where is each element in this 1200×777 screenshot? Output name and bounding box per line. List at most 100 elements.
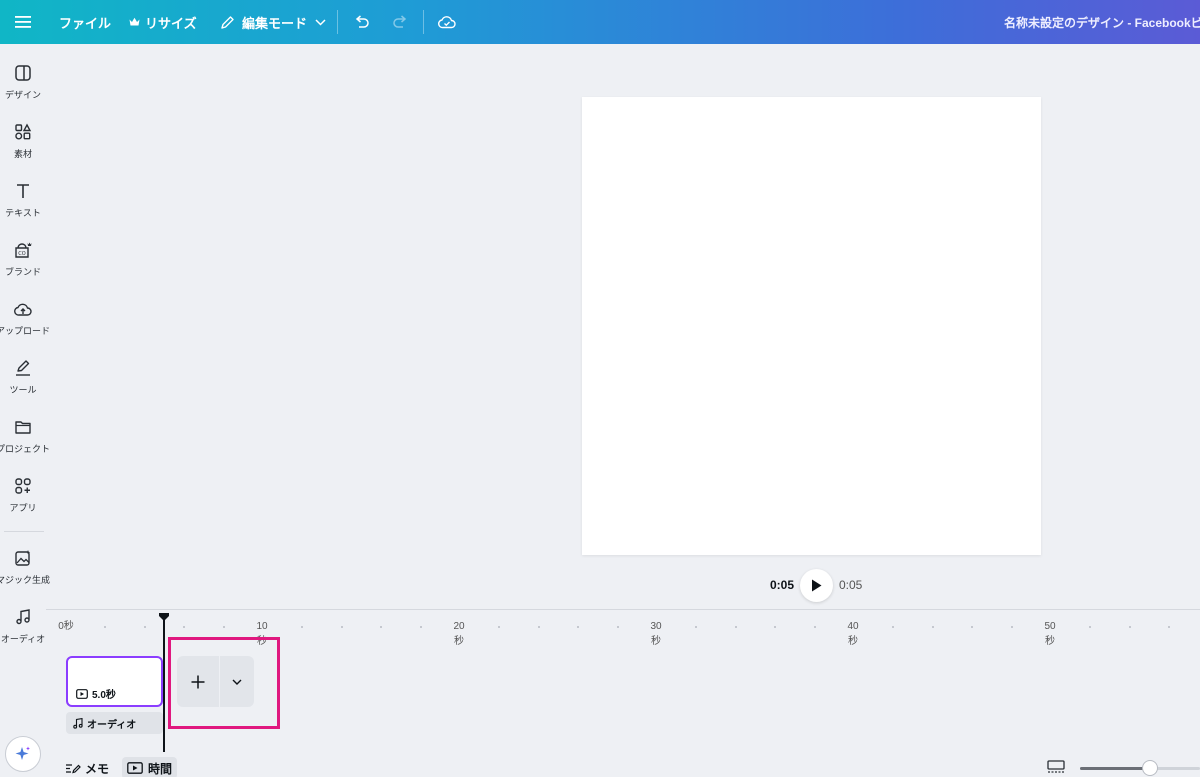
- video-clip[interactable]: 5.0秒: [66, 656, 163, 707]
- ruler-tick: [420, 626, 422, 628]
- sidebar-item-magic-media[interactable]: マジック生成: [0, 547, 50, 586]
- ruler-tick: [735, 626, 737, 628]
- menu-button[interactable]: [10, 0, 36, 44]
- clip-duration-text: 5.0秒: [92, 690, 116, 701]
- sidebar-divider: [4, 531, 44, 532]
- svg-text:CO: CO: [18, 251, 25, 257]
- save-status-button[interactable]: [435, 0, 459, 44]
- music-note-icon: [73, 717, 83, 729]
- total-time: 0:05: [839, 578, 863, 592]
- ruler-mark-number: 20: [453, 621, 465, 632]
- clip-duration: 5.0秒: [76, 686, 116, 701]
- cloud-check-icon: [438, 16, 456, 29]
- ruler-tick: [498, 626, 500, 628]
- zoom-slider-handle[interactable]: [1142, 760, 1158, 776]
- ruler-tick: [971, 626, 973, 628]
- ruler-tick: [932, 626, 934, 628]
- playback-controls: 0:05 0:05: [760, 568, 862, 602]
- ruler-tick: [774, 626, 776, 628]
- ruler-mark-number: 40: [847, 621, 859, 632]
- ruler-mark-number: 10: [256, 621, 268, 632]
- add-page-group: [177, 656, 254, 707]
- ruler-tick: [1168, 626, 1170, 628]
- layout-icon: [12, 62, 34, 84]
- toolbar-divider: [423, 10, 424, 34]
- crown-icon: [129, 17, 140, 26]
- design-title[interactable]: 名称未設定のデザイン - Facebookビデオ: [1004, 0, 1200, 44]
- file-menu-button[interactable]: ファイル: [59, 0, 111, 44]
- grid-view-icon[interactable]: [1047, 760, 1065, 774]
- audio-track-label: オーディオ: [87, 719, 137, 731]
- sidebar-item-uploads[interactable]: アップロード: [0, 298, 50, 337]
- chevron-down-icon: [315, 18, 326, 26]
- music-note-icon: [12, 606, 34, 628]
- file-menu-label: ファイル: [59, 15, 112, 31]
- pencil-icon: [221, 15, 234, 29]
- playhead[interactable]: [163, 620, 165, 752]
- add-page-options-button[interactable]: [220, 656, 254, 707]
- add-page-button[interactable]: [177, 656, 220, 707]
- sidebar-item-brand[interactable]: CO ブランド: [0, 239, 46, 278]
- ruler-tick: [617, 626, 619, 628]
- timeline-divider: [46, 609, 1200, 610]
- sidebar-item-projects[interactable]: プロジェクト: [0, 416, 50, 455]
- edit-mode-label: 編集モード: [242, 15, 308, 31]
- notes-tab-label: メモ: [85, 761, 110, 776]
- ruler-tick: [1129, 626, 1131, 628]
- magic-assistant-button[interactable]: [5, 736, 41, 772]
- edit-mode-dropdown[interactable]: 編集モード: [220, 0, 326, 44]
- timer-tab[interactable]: 時間: [122, 757, 178, 777]
- timer-tab-label: 時間: [148, 761, 173, 776]
- ruler-mark-unit: 秒: [454, 636, 464, 647]
- hamburger-menu-icon: [15, 16, 31, 28]
- audio-track-button[interactable]: オーディオ: [66, 712, 163, 734]
- undo-icon: [355, 15, 369, 28]
- notes-pencil-icon: [66, 764, 81, 774]
- design-title-text: 名称未設定のデザイン - Facebookビデオ: [1004, 15, 1200, 30]
- sidebar-item-label: テキスト: [5, 208, 41, 218]
- sidebar-item-label: アプリ: [9, 503, 37, 513]
- ruler-tick: [144, 626, 146, 628]
- playhead-handle-icon[interactable]: [159, 613, 169, 621]
- ruler-tick: [1089, 626, 1091, 628]
- sidebar-item-audio[interactable]: オーディオ: [0, 606, 46, 645]
- ruler-tick: [577, 626, 579, 628]
- design-canvas-page[interactable]: [582, 97, 1041, 555]
- ruler-tick: [380, 626, 382, 628]
- sidebar-item-label: プロジェクト: [0, 444, 51, 454]
- undo-button[interactable]: [350, 0, 374, 44]
- resize-label: リサイズ: [145, 15, 197, 31]
- resize-button[interactable]: リサイズ: [129, 0, 197, 44]
- draw-tool-icon: [12, 357, 34, 379]
- magic-image-icon: [12, 547, 34, 569]
- sidebar-item-tools[interactable]: ツール: [0, 357, 46, 396]
- sparkle-icon: [15, 746, 30, 760]
- redo-button[interactable]: [388, 0, 412, 44]
- ruler-zero-label: 0秒: [58, 621, 74, 632]
- ruler-tick: [223, 626, 225, 628]
- sidebar-item-apps[interactable]: アプリ: [0, 475, 46, 514]
- brand-icon: CO: [12, 239, 34, 261]
- sidebar-item-label: デザイン: [4, 90, 41, 100]
- sidebar-item-label: 素材: [13, 149, 32, 159]
- sidebar-item-elements[interactable]: 素材: [0, 121, 46, 160]
- ruler-tick: [695, 626, 697, 628]
- ruler-tick: [301, 626, 303, 628]
- ruler-tick: [104, 626, 106, 628]
- notes-tab[interactable]: メモ: [60, 757, 114, 777]
- zoom-slider[interactable]: [1080, 767, 1200, 770]
- sidebar-item-label: アップロード: [0, 326, 51, 336]
- chevron-down-icon: [232, 679, 242, 685]
- ruler-mark-number: 30: [650, 621, 662, 632]
- folder-icon: [12, 416, 34, 438]
- left-sidebar: デザイン 素材 テキスト CO ブランド アップロード ツール プロジェクト ア…: [0, 44, 50, 777]
- sidebar-item-text[interactable]: テキスト: [0, 180, 46, 219]
- ruler-mark-unit: 秒: [848, 636, 858, 647]
- ruler-tick: [892, 626, 894, 628]
- ruler-mark-number: 50: [1044, 621, 1056, 632]
- sidebar-item-design[interactable]: デザイン: [0, 62, 46, 101]
- ruler-tick: [341, 626, 343, 628]
- text-icon: [12, 180, 34, 202]
- sidebar-item-label: オーディオ: [0, 634, 46, 644]
- play-button[interactable]: [800, 568, 833, 602]
